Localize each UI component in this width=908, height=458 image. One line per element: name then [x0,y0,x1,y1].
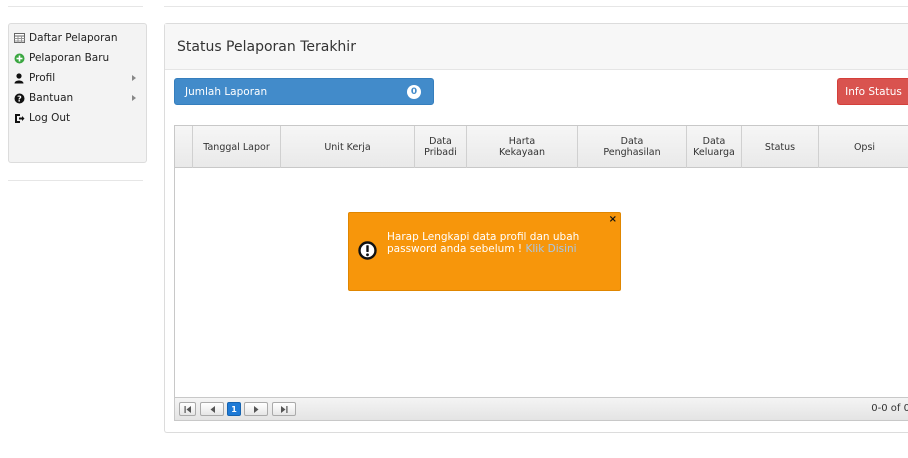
sidebar-item-label: Profil [29,72,56,84]
sidebar-item-pelaporan-baru[interactable]: Pelaporan Baru [13,48,146,68]
pager-info: 0-0 of 0 [871,403,908,414]
question-circle-icon: ? [13,92,25,104]
sidebar-item-profil[interactable]: Profil [13,68,146,88]
column-header-data-keluarga[interactable]: Data Keluarga [687,126,742,168]
column-header-data-pribadi[interactable]: Data Pribadi [415,126,467,168]
column-header-tanggal-lapor[interactable]: Tanggal Lapor [193,126,281,168]
user-icon [13,72,25,84]
top-divider-left [8,6,143,7]
column-header-unit-kerja[interactable]: Unit Kerja [281,126,415,168]
sidebar-item-label: Daftar Pelaporan [29,32,118,44]
sidebar-item-daftar-pelaporan[interactable]: Daftar Pelaporan [13,28,146,48]
chevron-right-icon [132,95,136,101]
exclamation-circle-icon [358,241,377,260]
last-page-button[interactable] [272,402,296,416]
grid-header: Tanggal Lapor Unit Kerja Data Pribadi Ha… [175,126,908,168]
column-header-data-penghasilan[interactable]: Data Penghasilan [578,126,687,168]
sidebar-item-bantuan[interactable]: ? Bantuan [13,88,146,108]
report-count-button[interactable]: Jumlah Laporan 0 [174,78,434,105]
sidebar-item-label: Log Out [29,112,71,124]
column-header-harta-kekayaan[interactable]: Harta Kekayaan [467,126,578,168]
sidebar-menu: Daftar Pelaporan Pelaporan Baru Profil ?… [9,24,146,128]
column-header-opsi[interactable]: Opsi [819,126,908,168]
close-icon[interactable]: × [609,214,617,225]
sidebar-item-label: Bantuan [29,92,74,104]
prev-page-icon [210,405,215,413]
chevron-right-icon [132,75,136,81]
report-count-label: Jumlah Laporan [185,85,268,98]
profile-warning-alert: Harap Lengkapi data profil dan ubah pass… [348,212,621,291]
table-icon [13,32,25,44]
sidebar-item-label: Pelaporan Baru [29,52,110,64]
plus-circle-icon [13,52,25,64]
alert-link[interactable]: Klik Disini [525,243,576,255]
column-header-checkbox[interactable] [175,126,193,168]
prev-page-button[interactable] [200,402,224,416]
page-number-button[interactable]: 1 [227,402,241,416]
column-header-status[interactable]: Status [742,126,819,168]
sidebar-item-log-out[interactable]: Log Out [13,108,146,128]
sidebar: Daftar Pelaporan Pelaporan Baru Profil ?… [8,23,147,163]
info-status-button[interactable]: Info Status [837,78,908,105]
next-page-icon [253,405,258,413]
alert-message: Harap Lengkapi data profil dan ubah pass… [387,231,609,255]
first-page-icon [184,405,191,413]
sidebar-divider [8,180,143,181]
next-page-button[interactable] [244,402,268,416]
last-page-icon [281,405,288,413]
logout-icon [13,112,25,124]
first-page-button[interactable] [179,402,196,416]
report-count-badge: 0 [407,85,421,99]
top-divider-right [164,6,908,7]
grid-pager: 1 0-0 of 0 [175,397,908,420]
svg-text:?: ? [17,94,22,103]
page-title: Status Pelaporan Terakhir [177,38,356,55]
panel-header: Status Pelaporan Terakhir [165,24,908,70]
